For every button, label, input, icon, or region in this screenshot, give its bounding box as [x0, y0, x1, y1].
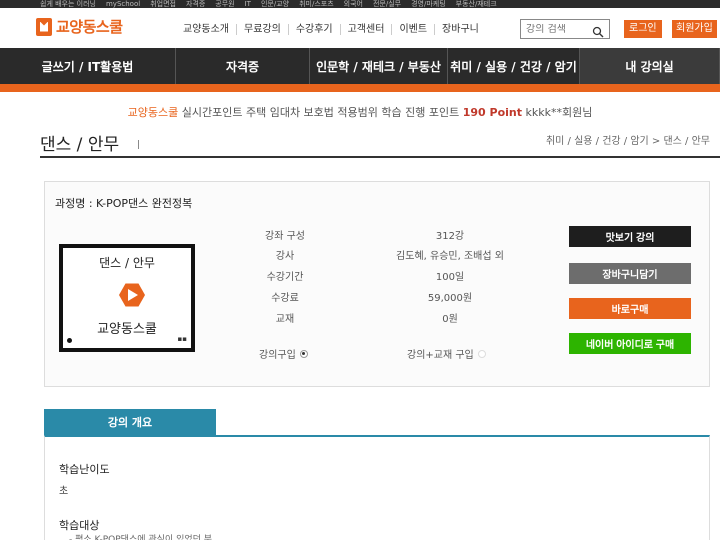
naver-buy-button[interactable]: 네이버 아이디로 구매 [569, 333, 691, 354]
course-thumbnail[interactable]: 댄스 / 안무 교양동스쿨 ▪▪ [59, 244, 195, 352]
join-button[interactable]: 회원가입 [672, 20, 717, 38]
target-value: - 평소 K-POP댄스에 관심이 있었던 분 [69, 535, 213, 540]
main-nav-my-classroom[interactable]: 내 강의실 [580, 48, 720, 84]
top-strip-item[interactable]: 인문/교양 [261, 0, 289, 8]
option-lecture-textbook[interactable]: 강의+교재 구입 [407, 346, 486, 361]
breadcrumb[interactable]: 취미 / 실용 / 건강 / 암기 > 댄스 / 안무 [546, 132, 710, 147]
main-nav-certificates[interactable]: 자격증 [176, 48, 310, 84]
top-strip-item[interactable]: 외국어 [344, 0, 363, 8]
tab-overview[interactable]: 강의 개요 [44, 409, 216, 435]
info-label: 수강료 [271, 293, 299, 304]
course-detail-box: 과정명 : K-POP댄스 완전정복 댄스 / 안무 교양동스쿨 ▪▪ 강좌 구… [44, 181, 710, 387]
main-nav-hobby[interactable]: 취미 / 실용 / 건강 / 암기 [448, 48, 580, 84]
info-label: 교재 [275, 314, 295, 325]
top-strip: 쉽게 배우는 이러닝 mySchool 취업면접 자격증 공무원 IT 인문/교… [0, 0, 720, 8]
info-row: 교재 0원 [245, 310, 545, 326]
login-button[interactable]: 로그인 [624, 20, 662, 38]
top-strip-item[interactable]: 취미/스포츠 [299, 0, 334, 8]
difficulty-value: 초 [59, 486, 69, 497]
logo-text: 교양동스쿨 [56, 18, 123, 36]
info-row: 강사 김도혜, 유승민, 조배섭 외 [245, 247, 545, 263]
option-label: 강의구입 [259, 350, 296, 361]
search-box [520, 19, 610, 39]
play-icon[interactable] [119, 283, 145, 307]
point-brand: 교양동스쿨 [127, 106, 179, 119]
point-text: 실시간포인트 주택 임대차 보호법 적용범위 학습 진행 포인트 [181, 106, 460, 119]
info-label: 수강기간 [266, 272, 304, 283]
top-strip-item[interactable]: mySchool [106, 0, 140, 8]
top-strip-item[interactable]: IT [245, 0, 251, 8]
radio-checked-icon[interactable] [299, 349, 308, 358]
info-row: 수강료 59,000원 [245, 289, 545, 305]
thumbnail-category: 댄스 / 안무 [99, 256, 155, 270]
option-lecture-only[interactable]: 강의구입 [259, 346, 308, 361]
difficulty-label: 학습난이도 [59, 463, 110, 476]
main-nav-humanities[interactable]: 인문학 / 재테크 / 부동산 [310, 48, 448, 84]
info-value: 0원 [442, 314, 458, 325]
main-nav: 글쓰기 / IT활용법 자격증 인문학 / 재테크 / 부동산 취미 / 실용 … [0, 48, 720, 84]
thumbnail-brand: 교양동스쿨 [97, 322, 157, 337]
info-value: 312강 [435, 231, 465, 242]
info-value: 김도혜, 유승민, 조배섭 외 [396, 251, 504, 262]
top-nav-about[interactable]: 교양동소개 [176, 24, 236, 35]
top-strip-item[interactable]: 경영/마케팅 [411, 0, 446, 8]
top-strip-item[interactable]: 자격증 [186, 0, 205, 8]
top-nav-cart[interactable]: 장바구니 [434, 24, 486, 35]
radio-unchecked-icon[interactable] [477, 349, 486, 358]
title-divider: | [137, 140, 141, 150]
main-nav-writing-it[interactable]: 글쓰기 / IT활용법 [0, 48, 176, 84]
info-row: 수강기간 100일 [245, 268, 545, 284]
top-nav-free-lectures[interactable]: 무료강의 [236, 24, 288, 35]
info-value: 59,000원 [427, 293, 473, 304]
progress-dot-icon [67, 338, 72, 343]
site-logo[interactable]: 교양동스쿨 [36, 16, 123, 37]
top-nav-support[interactable]: 고객센터 [339, 24, 392, 35]
fullscreen-icon[interactable]: ▪▪ [178, 335, 188, 343]
top-nav-events[interactable]: 이벤트 [391, 24, 434, 35]
buy-now-button[interactable]: 바로구매 [569, 298, 691, 319]
info-value: 100일 [435, 272, 465, 283]
overview-panel: 학습난이도 초 학습대상 - 평소 K-POP댄스에 관심이 있었던 분 [44, 435, 710, 540]
top-strip-item[interactable]: 전문/실무 [373, 0, 401, 8]
title-divider-line [40, 156, 720, 158]
page-title: 댄스 / 안무 [40, 135, 120, 155]
top-strip-item[interactable]: 취업면접 [150, 0, 176, 8]
top-strip-item[interactable]: 공무원 [215, 0, 234, 8]
top-nav-reviews[interactable]: 수강후기 [287, 24, 340, 35]
target-label: 학습대상 [59, 519, 100, 532]
point-ticker: 교양동스쿨 실시간포인트 주택 임대차 보호법 적용범위 학습 진행 포인트 1… [0, 104, 720, 120]
top-strip-item[interactable]: 부동산/재테크 [456, 0, 497, 8]
option-label: 강의+교재 구입 [407, 350, 474, 361]
search-icon[interactable] [592, 23, 604, 38]
course-name: 과정명 : K-POP댄스 완전정복 [55, 197, 193, 210]
preview-lecture-button[interactable]: 맛보기 강의 [569, 226, 691, 247]
site-header: 교양동스쿨 교양동소개 무료강의 수강후기 고객센터 이벤트 장바구니 로그인 … [0, 8, 720, 48]
point-amount: 190 Point [462, 106, 523, 119]
top-nav: 교양동소개 무료강의 수강후기 고객센터 이벤트 장바구니 [176, 24, 486, 35]
point-user: kkkk**회원님 [525, 106, 593, 119]
nav-accent-bar [0, 84, 720, 92]
logo-mark-icon [36, 17, 52, 36]
top-strip-item[interactable]: 쉽게 배우는 이러닝 [40, 0, 96, 8]
info-label: 강좌 구성 [265, 231, 305, 242]
info-row: 강좌 구성 312강 [245, 227, 545, 243]
search-input[interactable] [526, 23, 592, 35]
info-label: 강사 [275, 251, 295, 262]
add-to-cart-button[interactable]: 장바구니담기 [569, 263, 691, 284]
